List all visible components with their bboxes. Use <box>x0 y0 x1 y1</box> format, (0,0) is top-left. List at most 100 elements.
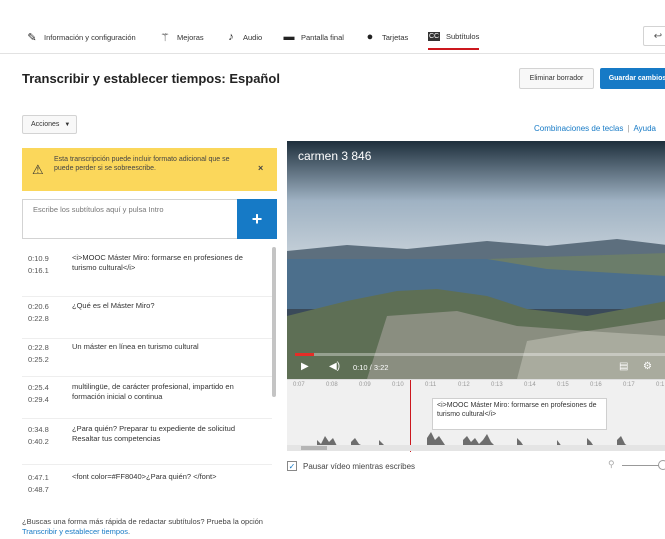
pencil-icon: ✎ <box>27 31 37 44</box>
gear-icon[interactable]: ⚙ <box>643 361 652 372</box>
tab-enhancements[interactable]: ⚚ Mejoras <box>159 24 204 50</box>
pause-checkbox[interactable]: ✓ <box>287 461 297 471</box>
subtitle-text[interactable]: <font color=#FF8040>¿Para quién? </font> <box>72 472 257 482</box>
page-title: Transcribir y establecer tiempos: Españo… <box>22 71 280 86</box>
tab-cards-label: Tarjetas <box>382 32 409 42</box>
subtitle-end[interactable]: 0:48.7 <box>28 484 49 496</box>
subtitle-text[interactable]: ¿Para quién? Preparar tu expediente de s… <box>72 424 257 444</box>
keyboard-shortcuts-link[interactable]: Combinaciones de teclas <box>534 124 623 133</box>
subtitle-start[interactable]: 0:22.8 <box>28 342 49 354</box>
top-tabs: ✎ Información y configuración ⚚ Mejoras … <box>0 0 665 54</box>
subtitle-start[interactable]: 0:34.8 <box>28 424 49 436</box>
timeline-tick: 0:1 <box>656 382 665 388</box>
timeline-scrollbar[interactable] <box>287 445 665 451</box>
video-title: carmen 3 846 <box>298 149 372 163</box>
tab-cards[interactable]: ● Tarjetas <box>364 24 409 50</box>
subtitle-list-scrollbar[interactable] <box>272 247 276 397</box>
timeline-tick: 0:13 <box>491 382 503 388</box>
video-progress-bar[interactable] <box>295 353 665 356</box>
warning-text: Esta transcripción puede incluir formato… <box>54 156 230 172</box>
timeline-tick: 0:07 <box>293 382 305 388</box>
tab-subtitles[interactable]: CC Subtítulos <box>428 24 480 50</box>
info-icon: ● <box>366 31 374 43</box>
add-subtitle-button[interactable]: + <box>237 199 277 239</box>
caret-down-icon: ▼ <box>64 121 71 128</box>
subtitle-end[interactable]: 0:40.2 <box>28 436 49 448</box>
tab-info[interactable]: ✎ Información y configuración <box>26 24 136 50</box>
subtitle-start[interactable]: 0:10.9 <box>28 253 49 265</box>
zoom-handle[interactable] <box>658 460 665 470</box>
tab-subtitles-label: Subtítulos <box>446 31 480 41</box>
transcribe-link[interactable]: Transcribir y establecer tiempos <box>22 527 128 536</box>
music-note-icon: ♪ <box>228 31 234 43</box>
subtitle-text[interactable]: ¿Qué es el Máster Miro? <box>72 301 257 311</box>
subtitle-start[interactable]: 0:20.6 <box>28 301 49 313</box>
timeline-tick: 0:10 <box>392 382 404 388</box>
tab-audio-label: Audio <box>243 32 263 42</box>
subtitle-list: 0:10.9 0:16.1 <i>MOOC Máster Miro: forma… <box>22 247 277 509</box>
subtitle-start[interactable]: 0:25.4 <box>28 382 49 394</box>
tab-enhancements-label: Mejoras <box>177 32 204 42</box>
back-button[interactable]: ↩ <box>643 26 665 46</box>
subtitle-row[interactable]: 0:47.1 0:48.7 <font color=#FF8040>¿Para … <box>22 465 272 505</box>
cc-icon: CC <box>428 31 440 41</box>
tab-audio[interactable]: ♪ Audio <box>225 24 262 50</box>
video-frame <box>287 141 665 379</box>
subtitle-row[interactable]: 0:34.8 0:40.2 ¿Para quién? Preparar tu e… <box>22 419 272 465</box>
links-separator: | <box>627 124 630 133</box>
discard-draft-button[interactable]: Eliminar borrador <box>519 68 594 89</box>
magic-wand-icon: ⚚ <box>160 31 170 44</box>
footer-text: ¿Buscas una forma más rápida de redactar… <box>22 517 263 526</box>
subtitle-end[interactable]: 0:29.4 <box>28 394 49 406</box>
help-link[interactable]: Ayuda <box>633 124 656 133</box>
actions-label: Acciones <box>31 121 60 128</box>
tab-end-screen[interactable]: ▬ Pantalla final <box>283 24 344 50</box>
subtitle-row[interactable]: 0:22.8 0:25.2 Un máster en línea en turi… <box>22 339 272 377</box>
warning-icon: ⚠ <box>32 162 44 177</box>
footer-end: . <box>128 527 131 536</box>
zoom-search-icon: ⚲ <box>608 459 615 469</box>
subtitles-toggle-icon[interactable]: ▤ <box>619 361 628 372</box>
tab-end-screen-label: Pantalla final <box>301 32 344 42</box>
timeline-tick: 0:15 <box>557 382 569 388</box>
timeline-tick: 0:16 <box>590 382 602 388</box>
timeline-tick: 0:12 <box>458 382 470 388</box>
end-screen-icon: ▬ <box>283 31 295 43</box>
subtitle-text[interactable]: <i>MOOC Máster Miro: formarse en profesi… <box>72 253 257 273</box>
timeline-tick: 0:08 <box>326 382 338 388</box>
video-timecode: 0:10 / 3:22 <box>353 363 389 372</box>
volume-icon[interactable]: ◀) <box>329 361 340 372</box>
subtitle-end[interactable]: 0:16.1 <box>28 265 49 277</box>
timeline-playhead[interactable] <box>410 380 411 452</box>
timeline-cue[interactable]: <i>MOOC Máster Miro: formarse en profesi… <box>432 398 607 430</box>
subtitle-timeline[interactable]: <i>MOOC Máster Miro: formarse en profesi… <box>287 379 665 452</box>
timeline-tick: 0:14 <box>524 382 536 388</box>
close-icon[interactable]: × <box>258 163 263 173</box>
subtitle-text[interactable]: multilingüe, de carácter profesional, im… <box>72 382 257 402</box>
subtitle-end[interactable]: 0:22.8 <box>28 313 49 325</box>
subtitle-text[interactable]: Un máster en línea en turismo cultural <box>72 342 257 352</box>
pause-while-typing[interactable]: ✓ Pausar vídeo mientras escribes <box>287 461 415 471</box>
actions-dropdown[interactable]: Acciones ▼ <box>22 115 77 134</box>
subtitle-start[interactable]: 0:47.1 <box>28 472 49 484</box>
subtitle-row[interactable]: 0:10.9 0:16.1 <i>MOOC Máster Miro: forma… <box>22 247 272 297</box>
timeline-scrollbar-thumb[interactable] <box>301 446 327 450</box>
subtitle-row[interactable]: 0:20.6 0:22.8 ¿Qué es el Máster Miro? <box>22 297 272 339</box>
subtitle-row[interactable]: 0:25.4 0:29.4 multilingüe, de carácter p… <box>22 377 272 419</box>
tab-info-label: Información y configuración <box>44 32 136 42</box>
format-warning: ⚠ Esta transcripción puede incluir forma… <box>22 148 277 191</box>
pause-label: Pausar vídeo mientras escribes <box>303 461 416 471</box>
save-changes-button[interactable]: Guardar cambios <box>600 68 665 89</box>
video-progress-fill <box>295 353 314 356</box>
video-player[interactable]: carmen 3 846 ▶ ◀) 0:10 / 3:22 ▤ ⚙ <box>287 141 665 379</box>
timeline-tick: 0:09 <box>359 382 371 388</box>
play-icon[interactable]: ▶ <box>301 361 309 372</box>
subtitle-end[interactable]: 0:25.2 <box>28 354 49 366</box>
subtitle-input-placeholder: Escribe los subtítulos aquí y pulsa Intr… <box>33 205 164 214</box>
timeline-tick: 0:17 <box>623 382 635 388</box>
timeline-zoom-slider[interactable]: ⚲ <box>608 459 665 473</box>
help-links: Combinaciones de teclas | Ayuda <box>534 124 656 133</box>
zoom-track <box>622 465 662 466</box>
player-controls: ▶ ◀) 0:10 / 3:22 ▤ ⚙ <box>287 351 665 379</box>
footer-hint: ¿Buscas una forma más rápida de redactar… <box>22 517 292 537</box>
